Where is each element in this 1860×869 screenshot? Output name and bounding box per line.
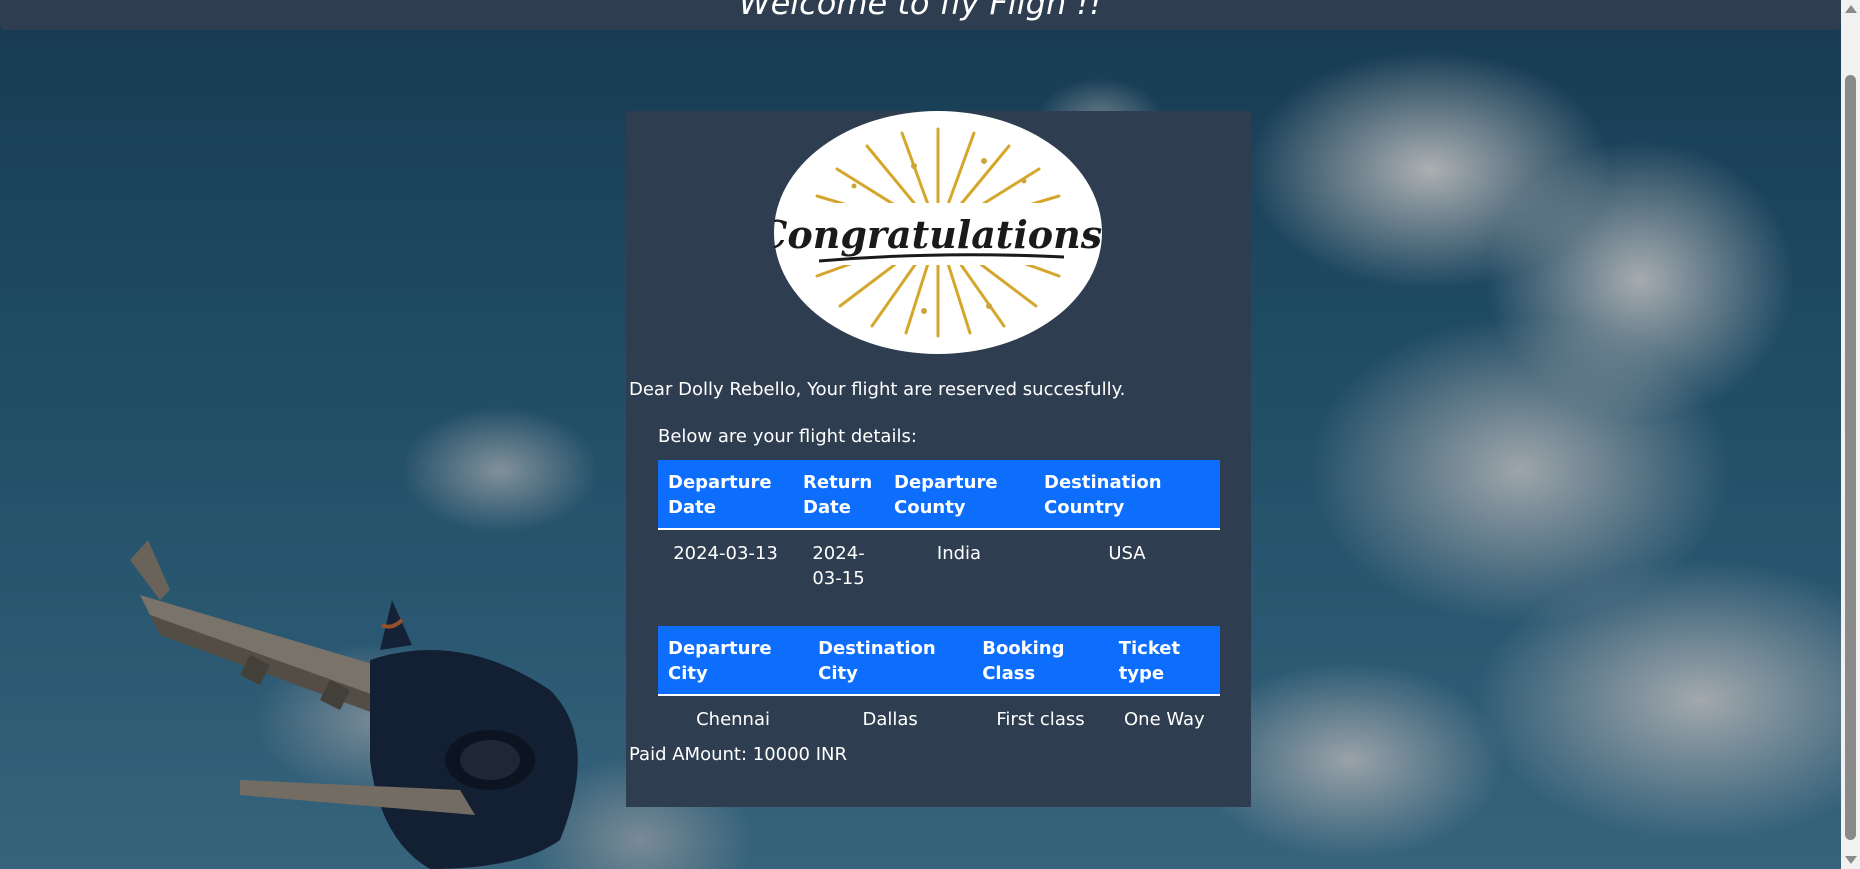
table-row: Chennai Dallas First class One Way: [658, 695, 1220, 740]
table-header-cell: Departure City: [658, 626, 809, 696]
page-header: Welcome to fly Fligh !!: [0, 0, 1841, 30]
confirmation-card: Congratulations! Dear Dolly Rebello, You…: [626, 111, 1251, 807]
table-header-cell: Departure Date: [658, 460, 793, 530]
table-header-row: Departure City Destination City Booking …: [658, 626, 1220, 696]
destination-country-cell: USA: [1108, 543, 1146, 564]
table-header-cell: Destination Country: [1034, 460, 1220, 530]
vertical-scrollbar[interactable]: [1841, 0, 1860, 869]
page-title: Welcome to fly Fligh !!: [738, 0, 1103, 22]
scrollbar-thumb[interactable]: [1845, 75, 1856, 840]
ticket-type-cell: One Way: [1124, 709, 1205, 730]
greeting-message: Dear Dolly Rebello, Your flight are rese…: [629, 379, 1126, 400]
departure-city-cell: Chennai: [696, 709, 770, 730]
scroll-down-arrow-icon[interactable]: [1845, 856, 1857, 864]
flight-details-heading: Below are your flight details:: [658, 426, 917, 447]
table-header-row: Departure Date Return Date Departure Cou…: [658, 460, 1220, 530]
departure-date-cell: 2024-03-13: [673, 543, 778, 564]
table-header-cell: Destination City: [808, 626, 973, 696]
table-header-cell: Ticket type: [1108, 626, 1220, 696]
table-header-cell: Booking Class: [972, 626, 1109, 696]
scroll-up-arrow-icon[interactable]: [1845, 5, 1857, 13]
table-row: 2024-03-13 2024-03-15 India USA: [658, 529, 1220, 599]
destination-city-cell: Dallas: [862, 709, 918, 730]
departure-country-cell: India: [936, 543, 982, 564]
badge-text: Congratulations!: [774, 212, 1102, 257]
page-viewport: Welcome to fly Fligh !! Congratulations!…: [0, 0, 1860, 869]
table-header-cell: Return Date: [793, 460, 884, 530]
booking-class-cell: First class: [996, 709, 1085, 730]
paid-amount: Paid AMount: 10000 INR: [629, 744, 848, 765]
congratulations-badge-image: Congratulations!: [774, 111, 1102, 354]
flight-route-table: Departure City Destination City Booking …: [658, 626, 1220, 740]
table-header-cell: Departure County: [884, 460, 1034, 530]
flight-dates-table: Departure Date Return Date Departure Cou…: [658, 460, 1220, 599]
return-date-cell: 2024-03-15: [812, 543, 865, 589]
